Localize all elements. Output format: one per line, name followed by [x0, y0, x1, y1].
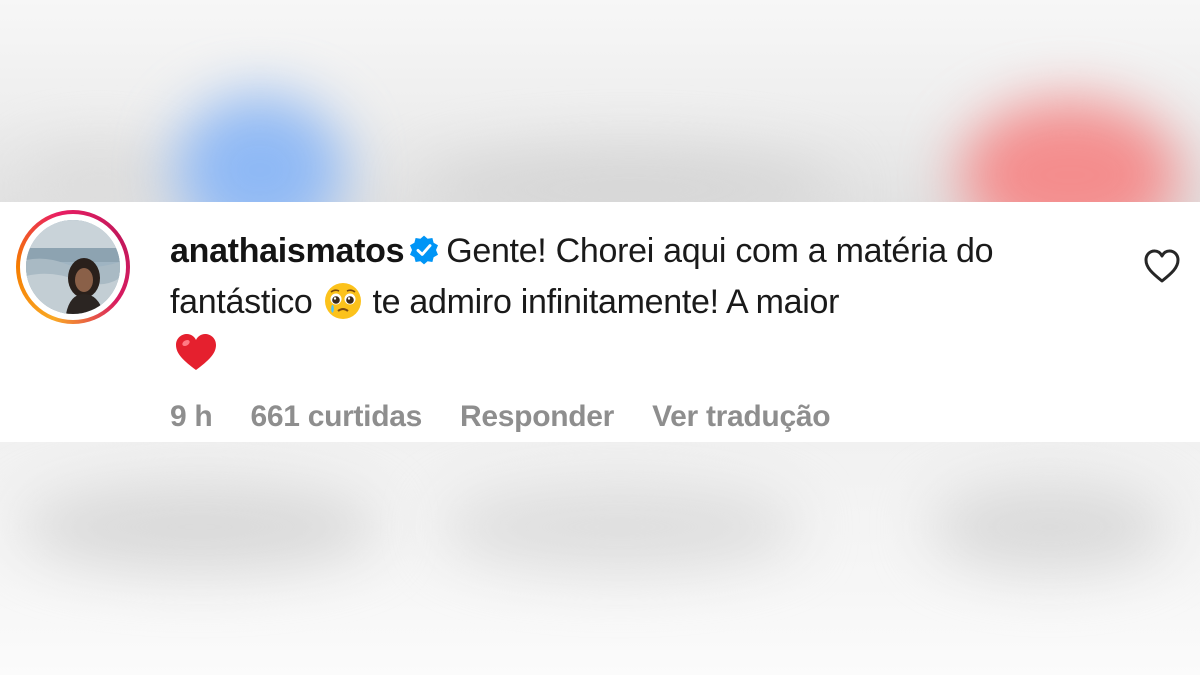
avatar-photo — [26, 220, 120, 314]
reply-button[interactable]: Responder — [460, 400, 614, 433]
pleading-crying-face-emoji — [324, 283, 361, 319]
screen: anathaismatos Gente! Chorei aqui com a m… — [0, 0, 1200, 675]
comment-text-part2: te admiro infinitamente! A maior — [372, 283, 840, 321]
heart-outline-icon[interactable] — [1143, 248, 1181, 284]
verified-badge-icon — [410, 235, 439, 265]
comment-text: anathaismatos Gente! Chorei aqui com a m… — [170, 226, 1110, 379]
likes-count-link[interactable]: 661 curtidas — [251, 400, 423, 433]
comment-item: anathaismatos Gente! Chorei aqui com a m… — [0, 202, 1200, 442]
see-translation-button[interactable]: Ver tradução — [652, 400, 830, 433]
avatar[interactable] — [26, 220, 120, 314]
story-ring[interactable] — [16, 210, 130, 324]
comment-meta: 9 h 661 curtidas Responder Ver tradução — [170, 400, 860, 434]
comment-username[interactable]: anathaismatos — [170, 232, 404, 270]
comment-time: 9 h — [170, 400, 213, 433]
red-heart-emoji — [176, 334, 216, 370]
blurred-background-bottom — [0, 442, 1200, 675]
blurred-background-top — [0, 0, 1200, 202]
